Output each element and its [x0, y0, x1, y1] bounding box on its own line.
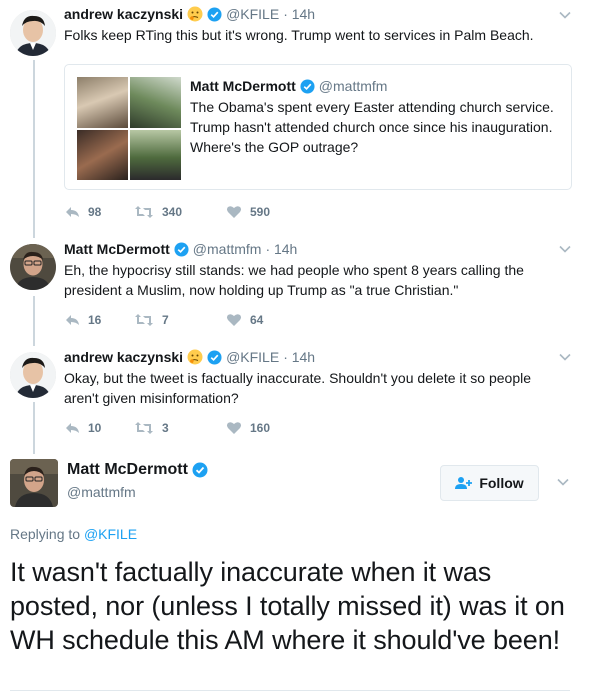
quoted-header: Matt McDermott @mattmfm	[190, 78, 387, 94]
verified-badge-icon	[174, 241, 189, 257]
divider	[10, 690, 570, 691]
tweet-text: Okay, but the tweet is factually inaccur…	[64, 370, 532, 406]
reply-count: 16	[88, 313, 102, 327]
reply-count: 98	[88, 205, 102, 219]
like-button[interactable]: 160	[226, 421, 270, 435]
tweet-time[interactable]: · 14h	[265, 241, 297, 257]
author-handle[interactable]: @KFILE	[226, 6, 279, 22]
avatar-kfile[interactable]	[10, 10, 56, 56]
avatar-mattmfm[interactable]	[10, 244, 56, 290]
author-name[interactable]: Matt McDermott	[64, 241, 170, 257]
reply-button[interactable]: 16	[64, 313, 134, 327]
follow-button[interactable]: Follow	[440, 465, 539, 501]
tweet-actions: 16 7 64	[64, 313, 263, 327]
avatar-mattmfm-large[interactable]	[10, 459, 58, 507]
tweet-header: andrew kaczynski @KFILE · 14h	[64, 349, 315, 365]
reply-icon	[66, 207, 79, 217]
focused-header: Matt McDermott	[67, 461, 208, 479]
like-button[interactable]: 64	[226, 313, 263, 327]
verified-badge-icon	[207, 349, 222, 365]
thread-line	[33, 402, 35, 454]
retweet-button[interactable]: 7	[134, 313, 226, 327]
retweet-icon	[135, 422, 153, 434]
quoted-text: The Obama's spent every Easter attending…	[190, 99, 554, 155]
author-handle[interactable]: @mattmfm	[193, 241, 262, 257]
heart-icon	[227, 206, 241, 218]
reply-button[interactable]: 98	[64, 205, 134, 219]
author-name[interactable]: Matt McDermott	[67, 461, 188, 479]
like-count: 160	[250, 421, 271, 435]
retweet-icon	[135, 314, 153, 326]
quoted-tweet[interactable]: Matt McDermott @mattmfm The Obama's spen…	[64, 64, 572, 190]
retweet-button[interactable]: 340	[134, 205, 226, 219]
follow-label: Follow	[479, 475, 524, 491]
author-name[interactable]: andrew kaczynski	[64, 6, 183, 22]
heart-icon	[227, 422, 241, 434]
retweet-count: 7	[162, 313, 169, 327]
focused-handle-row: @mattmfm	[67, 484, 136, 500]
tweet-text: Eh, the hypocrisy still stands: we had p…	[64, 262, 524, 298]
tweet-time[interactable]: · 14h	[283, 349, 315, 365]
replying-prefix: Replying to	[10, 526, 81, 542]
avatar-kfile[interactable]	[10, 352, 56, 398]
author-name[interactable]: andrew kaczynski	[64, 349, 183, 365]
tweet-actions: 10 3 160	[64, 421, 270, 435]
replying-to: Replying to @KFILE	[10, 526, 137, 542]
author-handle[interactable]: @KFILE	[226, 349, 279, 365]
verified-badge-icon	[192, 462, 208, 478]
like-button[interactable]: 590	[226, 205, 270, 219]
tweet-time[interactable]: · 14h	[283, 6, 315, 22]
author-handle[interactable]: @mattmfm	[67, 484, 136, 500]
add-user-icon	[455, 477, 473, 489]
thread-line	[33, 60, 35, 238]
retweet-count: 340	[162, 205, 183, 219]
chevron-down-icon[interactable]	[556, 475, 570, 489]
tweet-header: andrew kaczynski @KFILE · 14h	[64, 6, 315, 22]
like-count: 64	[250, 313, 264, 327]
tweet-header: Matt McDermott @mattmfm · 14h	[64, 241, 297, 257]
chevron-down-icon[interactable]	[558, 350, 572, 364]
quoted-author-name[interactable]: Matt McDermott	[190, 78, 296, 94]
reply-icon	[66, 423, 79, 433]
thinking-face-icon	[187, 349, 203, 365]
reply-icon	[66, 315, 79, 325]
retweet-button[interactable]: 3	[134, 421, 226, 435]
chevron-down-icon[interactable]	[558, 8, 572, 22]
tweet-actions: 98 340 590	[64, 205, 270, 219]
retweet-icon	[135, 206, 153, 218]
quoted-media-mosaic[interactable]	[77, 77, 181, 180]
like-count: 590	[250, 205, 271, 219]
retweet-count: 3	[162, 421, 169, 435]
verified-badge-icon	[207, 6, 222, 22]
thinking-face-icon	[187, 6, 203, 22]
tweet-text: Folks keep RTing this but it's wrong. Tr…	[64, 27, 534, 43]
heart-icon	[227, 314, 241, 326]
reply-button[interactable]: 10	[64, 421, 134, 435]
replying-to-link[interactable]: @KFILE	[84, 526, 137, 542]
focused-tweet-text: It wasn't factually inaccurate when it w…	[10, 557, 565, 655]
verified-badge-icon	[300, 78, 315, 94]
thread-line	[33, 296, 35, 346]
chevron-down-icon[interactable]	[558, 242, 572, 256]
quoted-author-handle[interactable]: @mattmfm	[319, 78, 388, 94]
reply-count: 10	[88, 421, 102, 435]
